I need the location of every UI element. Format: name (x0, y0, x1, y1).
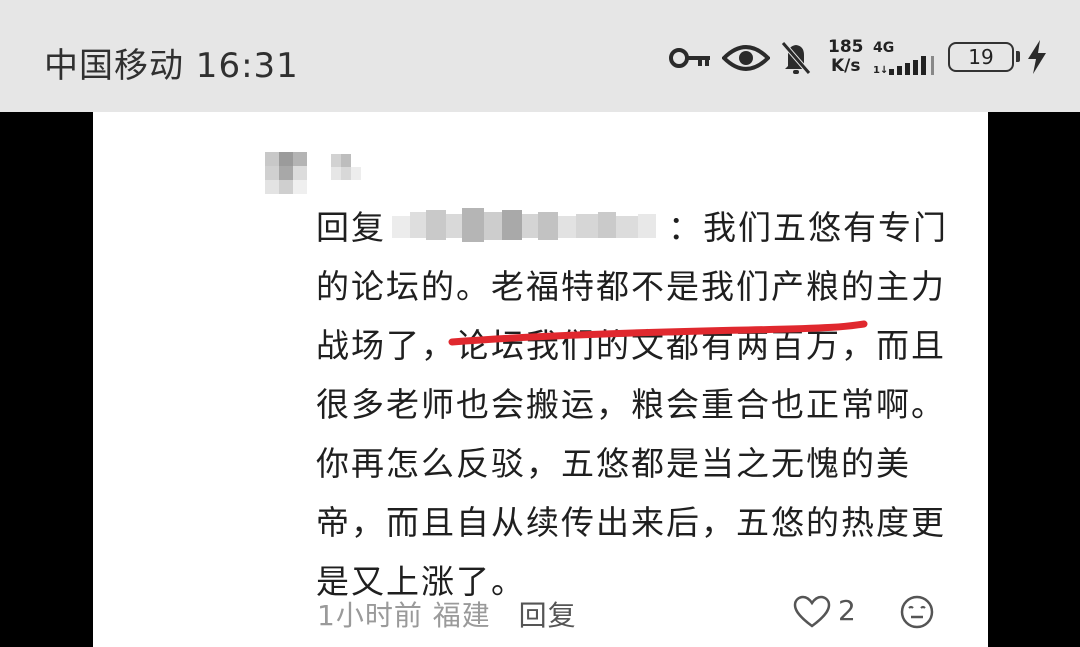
comment-line: 的论坛的。老福特都不是我们产粮的主力 (316, 267, 946, 306)
bell-off-icon (781, 41, 811, 75)
time-ago: 1小时前 (317, 599, 423, 632)
reply-target-name (392, 207, 656, 242)
network-type: 4G (873, 40, 895, 56)
status-bar: 中国移动 16:31 185 K/s 4G 1↓ 19 (0, 0, 1080, 112)
location: 福建 (432, 599, 491, 632)
like-count: 2 (838, 594, 856, 627)
reply-button[interactable]: 回复 (519, 599, 577, 632)
battery-icon: 19 (948, 42, 1014, 72)
heart-icon[interactable] (793, 594, 831, 630)
comment-line: 很多老师也会搬运，粮会重合也正常啊。 (316, 385, 946, 424)
svg-text:1↓: 1↓ (873, 65, 888, 76)
signal-icon: 1↓ (873, 56, 934, 76)
comment-body: 回复 ：我们五悠有专门 的论坛的。老福特都不是我们产粮的主力 战场了，论坛我们的… (316, 198, 956, 611)
username (331, 154, 361, 180)
comment-text-start: ：我们五悠有专门 (668, 208, 948, 247)
comment-line: 帝，而且自从续传出来后，五悠的热度更 (316, 503, 946, 542)
charging-icon (1028, 40, 1046, 74)
comment-line: 你再怎么反驳，五悠都是当之无愧的美 (316, 444, 911, 483)
carrier-time: 中国移动 16:31 (44, 46, 299, 86)
comment-first-line: 回复 ：我们五悠有专门 (316, 198, 956, 257)
comment-card: 回复 ：我们五悠有专门 的论坛的。老福特都不是我们产粮的主力 战场了，论坛我们的… (93, 112, 988, 647)
comment-meta: 1小时前 福建 回复 (317, 594, 577, 634)
avatar (265, 152, 307, 194)
key-icon (669, 48, 710, 68)
reply-prefix: 回复 (316, 208, 386, 247)
eye-icon (722, 45, 770, 71)
net-speed: 185 K/s (828, 38, 864, 76)
emoji-icon[interactable] (899, 594, 935, 630)
red-underline-annotation (448, 320, 868, 346)
battery-tip (1016, 51, 1020, 62)
net-speed-unit: K/s (830, 56, 861, 76)
net-speed-value: 185 (828, 37, 864, 57)
